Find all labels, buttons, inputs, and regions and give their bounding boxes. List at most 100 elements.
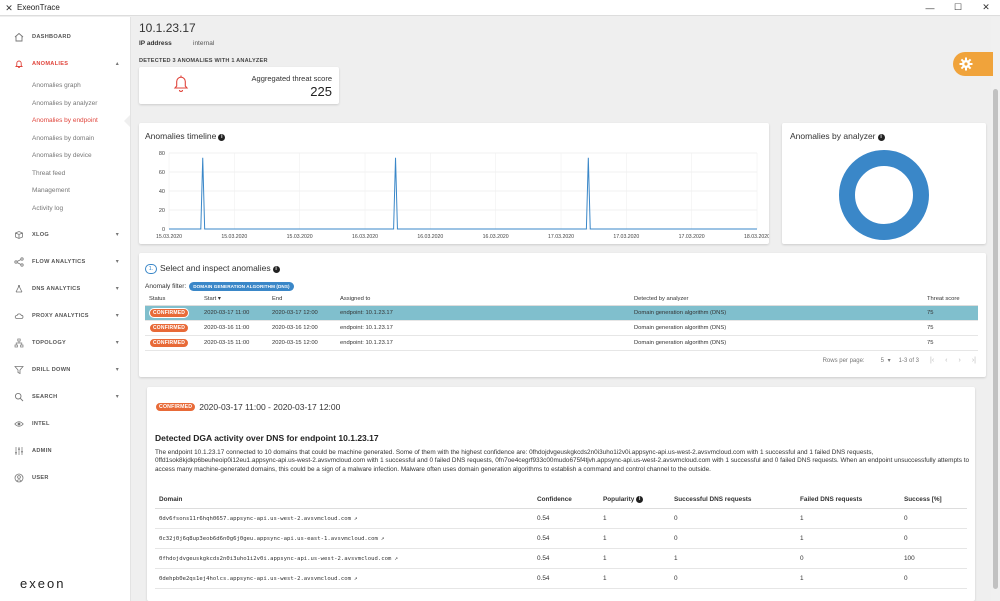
y-tick-label: 60 [159, 170, 165, 176]
cell-success: 0 [670, 568, 796, 589]
col-analyzer[interactable]: Detected by analyzer [630, 293, 923, 306]
nav-search[interactable]: SEARCH ▾ [0, 383, 130, 410]
prev-page-icon[interactable]: ‹ [945, 357, 947, 364]
nav-admin[interactable]: ADMIN [0, 437, 130, 464]
cell-confidence: 0.54 [533, 508, 599, 529]
ip-address-value: internal [193, 40, 215, 47]
external-link-icon[interactable]: ↗ [394, 555, 398, 562]
analyzer-donut-chart [839, 150, 929, 240]
rows-per-page-select[interactable]: 5 ▾ [873, 357, 891, 364]
nav-user[interactable]: USER [0, 464, 130, 491]
x-tick-label: 16.03.2020 [417, 234, 443, 240]
cell-popularity: 1 [599, 568, 670, 589]
table-row: 0dehpb0e2qs1ej4holcs.appsync-api.us-west… [155, 568, 967, 589]
filter-chip[interactable]: DOMAIN GENERATION ALGORITHM (DNS) [189, 282, 294, 291]
anomaly-detail-card: CONFIRMED 2020-03-17 11:00 - 2020-03-17 … [147, 387, 975, 601]
nav-search-label: SEARCH [32, 393, 58, 400]
sub-anomalies-by-analyzer[interactable]: Anomalies by analyzer [0, 95, 130, 113]
col-start[interactable]: Start ▾ [200, 293, 268, 306]
nav-proxy-analytics-label: PROXY ANALYTICS [32, 312, 89, 319]
nav-flow-analytics-label: FLOW ANALYTICS [32, 258, 86, 265]
step-number: 1. [145, 264, 157, 274]
cell-success: 0 [670, 528, 796, 549]
minimize-button[interactable]: — [916, 0, 944, 16]
threat-score-card: Aggregated threat score 225 [139, 67, 339, 104]
cell-assigned: endpoint: 10.1.23.17 [336, 305, 630, 321]
first-page-icon[interactable]: |‹ [930, 357, 934, 364]
x-tick-label: 15.03.2020 [221, 234, 247, 240]
col-end[interactable]: End [268, 293, 336, 306]
nav-proxy-analytics[interactable]: PROXY ANALYTICS ▾ [0, 302, 130, 329]
next-page-icon[interactable]: › [959, 357, 961, 364]
info-icon[interactable]: i [636, 495, 644, 503]
nav-flow-analytics[interactable]: FLOW ANALYTICS ▾ [0, 248, 130, 275]
last-page-icon[interactable]: ›| [972, 357, 976, 364]
col-status[interactable]: Status [145, 293, 200, 306]
info-icon[interactable]: i [272, 266, 280, 273]
table-row[interactable]: CONFIRMED 2020-03-15 11:00 2020-03-15 12… [145, 335, 978, 351]
col-assigned[interactable]: Assigned to [336, 293, 630, 306]
cell-popularity: 1 [599, 528, 670, 549]
status-badge: CONFIRMED [149, 322, 190, 333]
cell-pct: 100 [900, 548, 967, 569]
nav-topology[interactable]: TOPOLOGY ▾ [0, 329, 130, 356]
cell-analyzer: Domain generation algorithm (DNS) [630, 305, 923, 321]
bell-icon [173, 75, 189, 92]
sub-threat-feed[interactable]: Threat feed [0, 165, 130, 183]
table-header-row: Domain Confidence Popularity i Successful… [155, 491, 967, 509]
nav-dashboard[interactable]: DASHBOARD [0, 23, 130, 50]
sub-anomalies-graph[interactable]: Anomalies graph [0, 77, 130, 95]
col-success-pct: Success [%] [900, 491, 967, 509]
domain-link[interactable]: 0fhdojdvgeuskgkcds2n0i3uho1i2v0i.appsync… [159, 556, 391, 562]
cell-score: 75 [923, 335, 978, 351]
table-header-row: Status Start ▾ End Assigned to Detected … [145, 293, 978, 306]
sub-anomalies-by-endpoint[interactable]: Anomalies by endpoint [0, 112, 130, 130]
donut-slice[interactable] [839, 150, 929, 240]
cell-pct: 0 [900, 508, 967, 529]
detail-title: Detected DGA activity over DNS for endpo… [155, 433, 379, 443]
close-button[interactable]: ✕ [972, 0, 1000, 16]
detail-time-range: 2020-03-17 11:00 - 2020-03-17 12:00 [199, 402, 341, 412]
table-row[interactable]: CONFIRMED 2020-03-16 11:00 2020-03-16 12… [145, 320, 978, 336]
cell-score: 75 [923, 305, 978, 321]
nav-anomalies-label: ANOMALIES [32, 60, 69, 67]
nav-intel[interactable]: INTEL [0, 410, 130, 437]
col-threat-score[interactable]: Threat score [923, 293, 978, 306]
cell-start: 2020-03-15 11:00 [200, 335, 268, 351]
sub-anomalies-by-device[interactable]: Anomalies by device [0, 147, 130, 165]
cell-assigned: endpoint: 10.1.23.17 [336, 335, 630, 351]
eye-icon [14, 419, 24, 429]
nav-xlog[interactable]: XLOG ▾ [0, 221, 130, 248]
box-icon [14, 230, 24, 240]
chevron-down-icon: ▾ [115, 286, 119, 292]
domain-link[interactable]: 0dv6fsons11r6hqh0657.appsync-api.us-west… [159, 516, 351, 522]
sub-activity-log[interactable]: Activity log [0, 200, 130, 218]
scrollbar-thumb[interactable] [993, 89, 998, 589]
external-link-icon[interactable]: ↗ [354, 575, 358, 582]
external-link-icon[interactable]: ↗ [354, 515, 358, 522]
table-row: 0dv6fsons11r6hqh0657.appsync-api.us-west… [155, 508, 967, 529]
table-row[interactable]: CONFIRMED 2020-03-17 11:00 2020-03-17 12… [145, 305, 978, 321]
sub-anomalies-by-domain[interactable]: Anomalies by domain [0, 130, 130, 148]
sliders-icon [14, 446, 24, 456]
cell-failed: 1 [796, 528, 900, 549]
home-icon [14, 32, 24, 42]
external-link-icon[interactable]: ↗ [381, 535, 385, 542]
nav-dns-analytics[interactable]: DNS ANALYTICS ▾ [0, 275, 130, 302]
nav-anomalies[interactable]: ANOMALIES ▴ [0, 50, 130, 77]
page-scrollbar[interactable] [991, 17, 1000, 601]
cell-end: 2020-03-17 12:00 [268, 305, 336, 321]
domain-link[interactable]: 0dehpb0e2qs1ej4holcs.appsync-api.us-west… [159, 576, 351, 582]
cell-confidence: 0.54 [533, 548, 599, 569]
sub-management[interactable]: Management [0, 182, 130, 200]
nav-drill-down[interactable]: DRILL DOWN ▾ [0, 356, 130, 383]
x-tick-label: 17.03.2020 [613, 234, 639, 240]
series-line [169, 157, 757, 230]
settings-tab[interactable] [953, 52, 993, 76]
cell-pct: 0 [900, 528, 967, 549]
share-icon [14, 256, 24, 267]
hierarchy-icon [14, 338, 24, 348]
cell-success: 0 [670, 508, 796, 529]
maximize-button[interactable]: ☐ [944, 0, 972, 16]
domain-link[interactable]: 0c32j0j6q8up3eob6d6n0g6j0geu.appsync-api… [159, 536, 378, 542]
